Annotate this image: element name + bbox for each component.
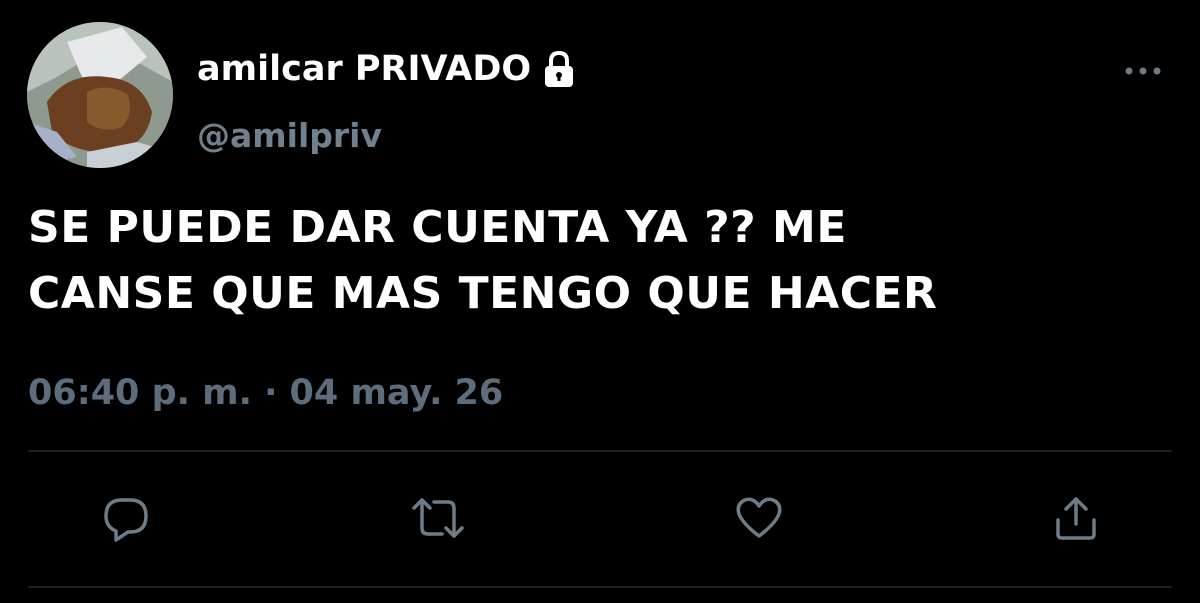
tweet-text-line: SE PUEDE DAR CUENTA YA ?? ME: [28, 202, 847, 253]
share-button[interactable]: [1046, 488, 1106, 548]
more-options-icon[interactable]: [1118, 56, 1168, 86]
user-handle[interactable]: @amilpriv: [197, 114, 382, 158]
tweet-text-line: CANSE QUE MAS TENGO QUE HACER: [28, 268, 938, 319]
avatar[interactable]: [27, 22, 173, 168]
divider: [28, 450, 1172, 452]
tweet-text: SE PUEDE DAR CUENTA YA ?? ME CANSE QUE M…: [28, 195, 1178, 327]
lock-icon: [539, 49, 579, 89]
user-name-row: amilcar PRIVADO: [197, 44, 579, 94]
tweet-card: amilcar PRIVADO @amilpriv SE PUEDE DAR C…: [0, 0, 1200, 603]
avatar-photo: [27, 22, 173, 168]
action-bar: [0, 488, 1200, 548]
retweet-button[interactable]: [408, 488, 468, 548]
reply-icon: [104, 498, 148, 542]
retweet-icon: [412, 498, 464, 538]
display-name[interactable]: amilcar PRIVADO: [197, 47, 531, 91]
share-icon: [1056, 497, 1096, 540]
heart-icon: [736, 497, 782, 538]
reply-button[interactable]: [96, 488, 156, 548]
like-button[interactable]: [729, 488, 789, 548]
divider: [28, 586, 1172, 588]
tweet-timestamp[interactable]: 06:40 p. m. · 04 may. 26: [28, 368, 503, 418]
